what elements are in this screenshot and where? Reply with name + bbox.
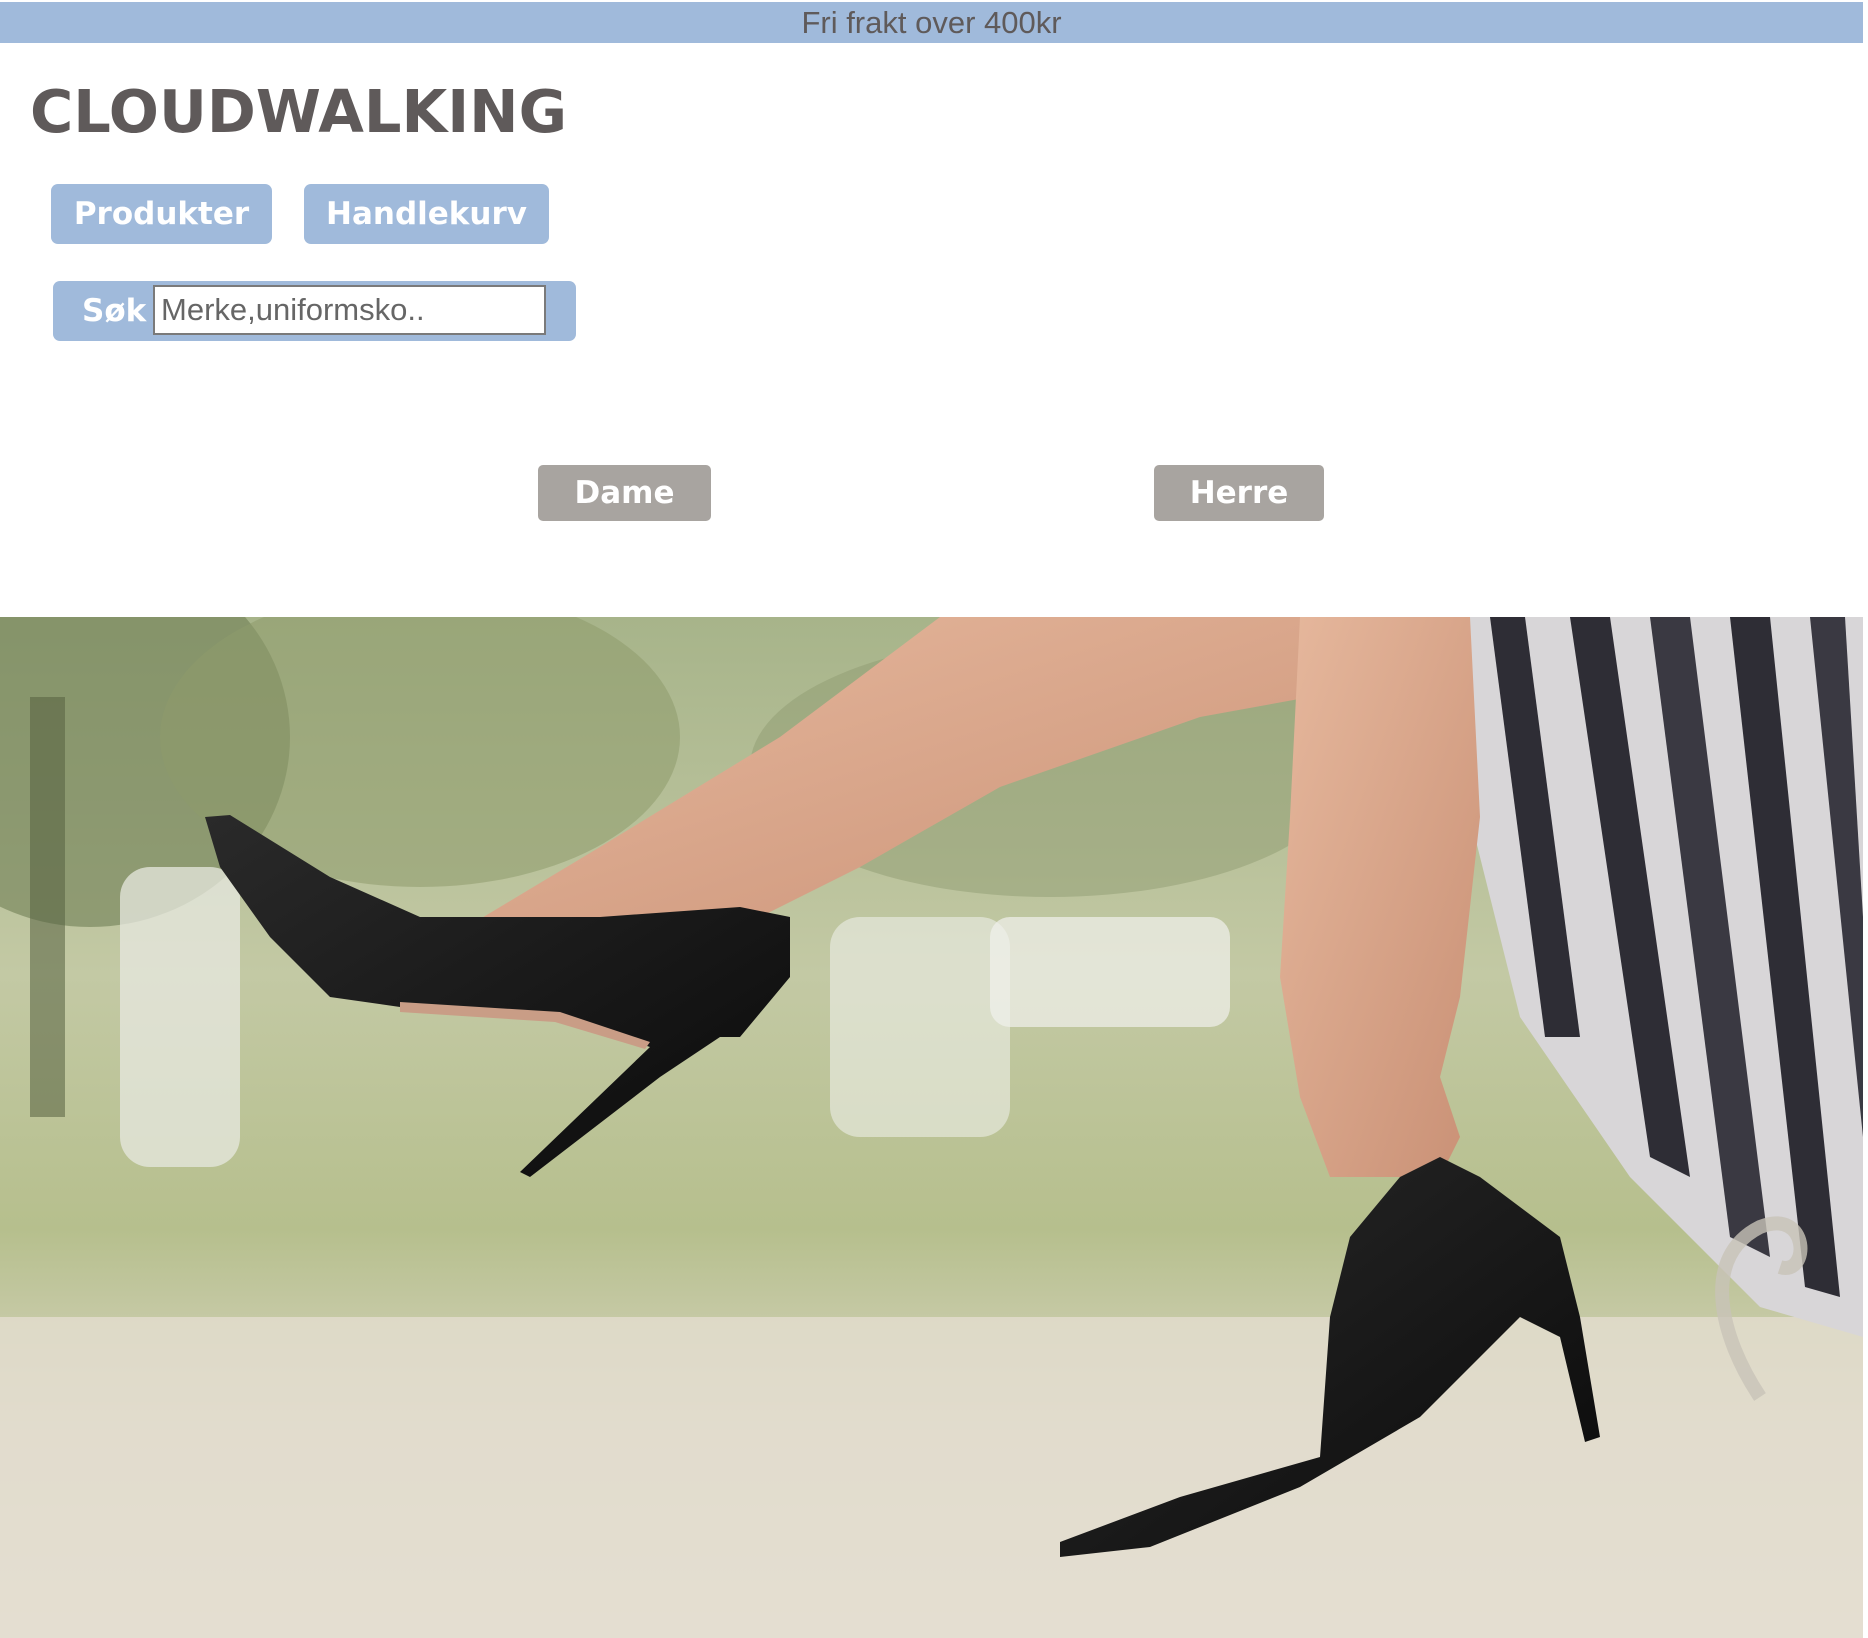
hero-image <box>0 617 1863 1638</box>
search-label: Søk <box>82 293 147 329</box>
nav-cart-button[interactable]: Handlekurv <box>304 184 549 244</box>
search-input[interactable] <box>153 285 546 335</box>
nav-products-button[interactable]: Produkter <box>51 184 272 244</box>
men-category-button[interactable]: Herre <box>1154 465 1324 521</box>
site-logo[interactable]: CLOUDWALKING <box>30 74 567 150</box>
search-bar: Søk <box>53 281 576 341</box>
hero-photo-high-heels <box>0 617 1863 1638</box>
free-shipping-banner: Fri frakt over 400kr <box>0 2 1863 43</box>
women-category-button[interactable]: Dame <box>538 465 711 521</box>
